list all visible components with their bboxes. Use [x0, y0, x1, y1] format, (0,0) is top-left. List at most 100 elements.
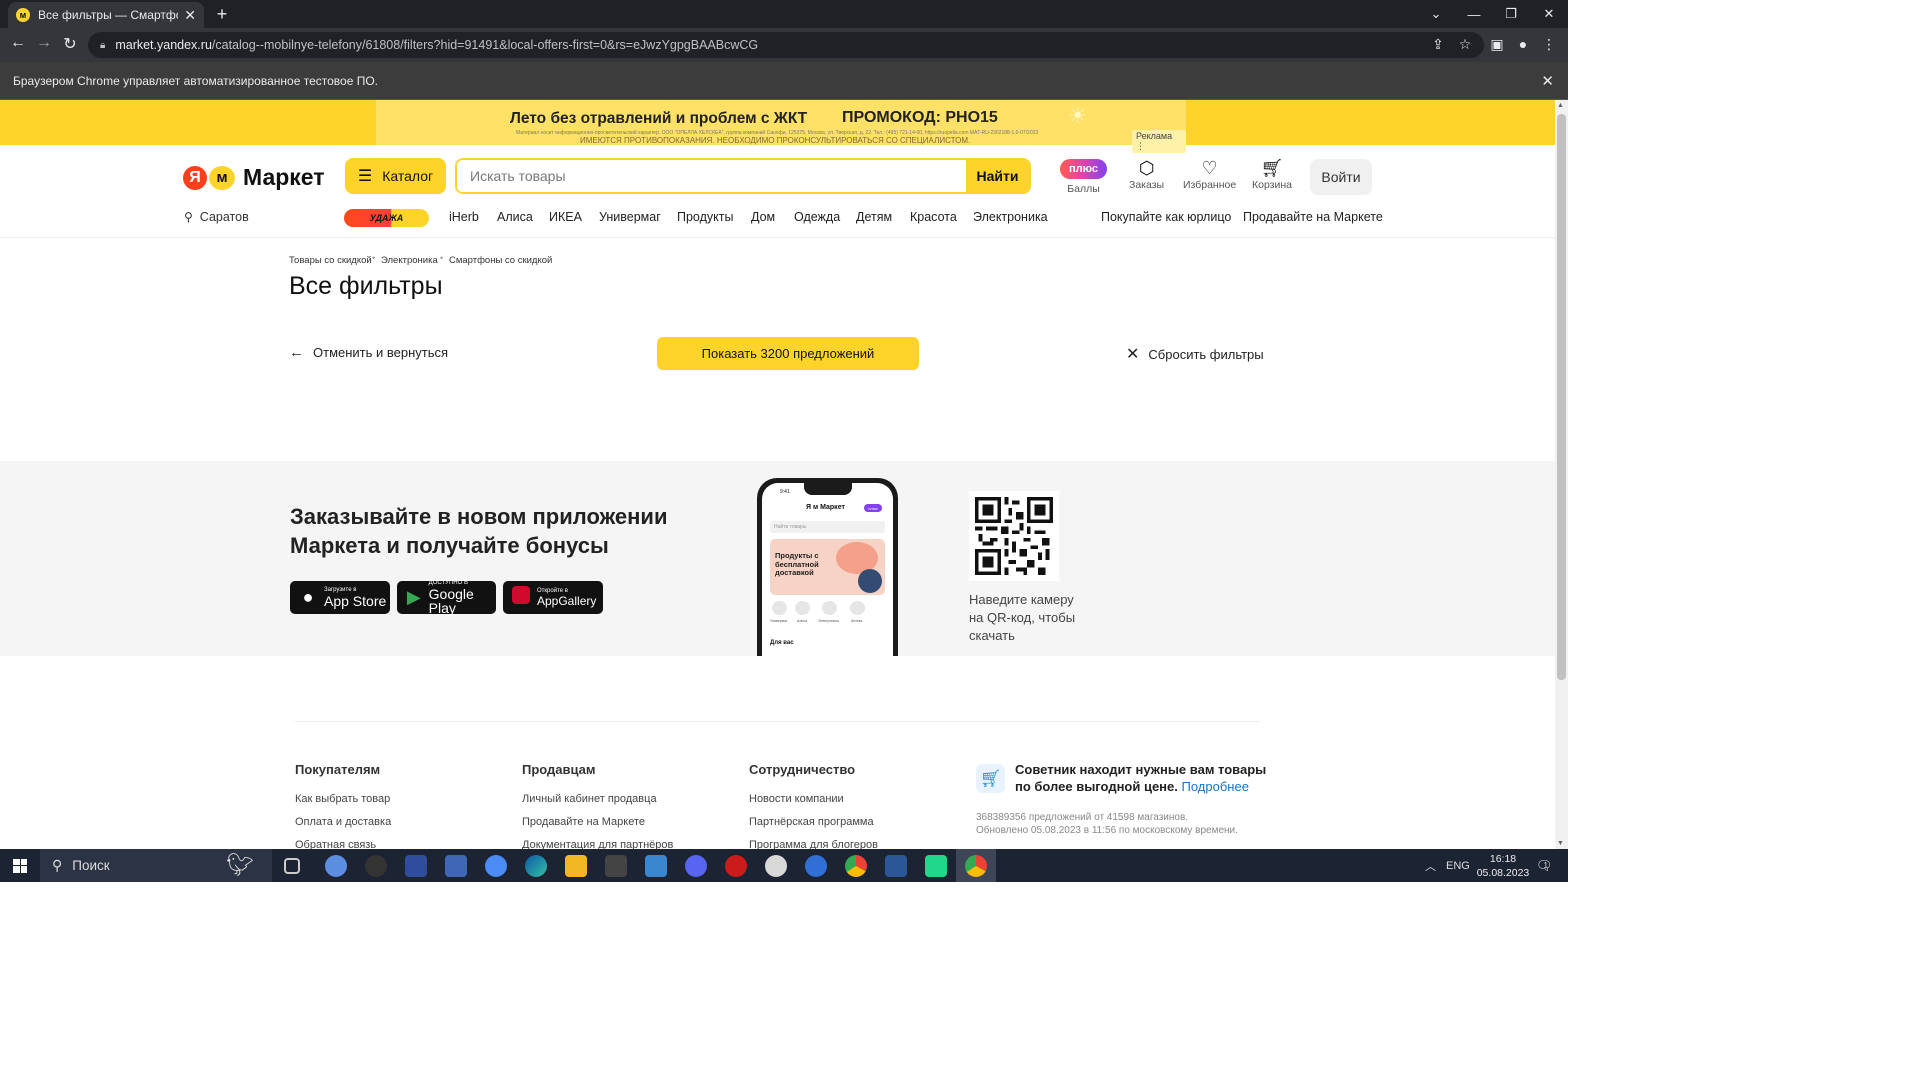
app-gallery-button[interactable]: Откройте в AppGallery: [503, 581, 603, 614]
market-logo[interactable]: Я м Маркет: [183, 164, 325, 191]
app-store-button[interactable]: ● Загрузите в App Store: [290, 581, 390, 614]
taskbar-clock[interactable]: 16:18 05.08.2023: [1475, 852, 1531, 880]
tray-chevron-icon[interactable]: ︿: [1425, 849, 1436, 882]
address-bar[interactable]: 🔒︎ market.yandex.ru /catalog--mobilnye-t…: [88, 32, 1484, 58]
notifications-icon[interactable]: 🗨︎ 1: [1536, 849, 1553, 882]
store-icon[interactable]: [605, 855, 627, 877]
cancel-label: Отменить и вернуться: [313, 345, 449, 360]
bookmark-star-icon[interactable]: ☆: [1455, 36, 1475, 53]
reload-icon[interactable]: ↻: [59, 34, 81, 54]
search-button[interactable]: Найти: [966, 160, 1029, 192]
footer-link[interactable]: Новости компании: [749, 793, 844, 805]
taskbar-search-label: Поиск: [72, 858, 110, 873]
orders-label: Заказы: [1129, 179, 1165, 191]
taskbar-search[interactable]: ⚲ Поиск 🐦︎: [40, 849, 272, 882]
advisor-more-link[interactable]: Подробнее: [1182, 779, 1249, 794]
login-button[interactable]: Войти: [1310, 159, 1372, 195]
nav-business-buy[interactable]: Покупайте как юрлицо: [1101, 210, 1231, 224]
word-icon[interactable]: [885, 855, 907, 877]
footer-link[interactable]: Как выбрать товар: [295, 793, 390, 805]
footer-link[interactable]: Продавайте на Маркете: [522, 816, 645, 828]
close-tab-icon[interactable]: ✕: [184, 7, 196, 24]
tab-search-chevron-icon[interactable]: ⌄: [1417, 0, 1455, 28]
footer-link[interactable]: Партнёрская программа: [749, 816, 874, 828]
breadcrumb-electronics[interactable]: Электроника: [381, 255, 438, 266]
edge-icon[interactable]: [525, 855, 547, 877]
nav-alisa[interactable]: Алиса: [497, 210, 533, 224]
scroll-down-icon[interactable]: ▼: [1557, 840, 1564, 847]
url-host: market.yandex.ru: [115, 38, 212, 52]
plus-points-link[interactable]: плюс Баллы: [1060, 157, 1107, 195]
catalog-button[interactable]: ☰ Каталог: [345, 158, 446, 194]
nav-clothes[interactable]: Одежда: [794, 210, 840, 224]
new-tab-icon[interactable]: +: [212, 4, 232, 25]
cart-link[interactable]: 🛒︎ Корзина: [1252, 157, 1292, 191]
orders-link[interactable]: ⬡ Заказы: [1129, 157, 1164, 191]
page-title: Все фильтры: [289, 272, 443, 300]
opera-icon[interactable]: [725, 855, 747, 877]
nav-electronics[interactable]: Электроника: [973, 210, 1048, 224]
nav-beauty[interactable]: Красота: [910, 210, 957, 224]
restore-icon[interactable]: ❐: [1492, 0, 1530, 28]
minimize-icon[interactable]: —: [1455, 0, 1493, 28]
profile-icon[interactable]: ●: [1513, 36, 1533, 52]
obs-icon[interactable]: [365, 855, 387, 877]
nav-univermag[interactable]: Универмаг: [599, 210, 661, 224]
nav-sell-on-market[interactable]: Продавайте на Маркете: [1243, 210, 1383, 224]
nav-iherb[interactable]: iHerb: [449, 210, 479, 224]
chrome-icon[interactable]: [845, 855, 867, 877]
box-icon: ⬡: [1138, 158, 1155, 178]
city-selector[interactable]: ⚲ Саратов: [184, 210, 249, 224]
share-icon[interactable]: ⇪: [1428, 36, 1448, 53]
footer-link[interactable]: Программа для блогеров: [749, 839, 878, 849]
footer-link[interactable]: Документация для партнёров: [522, 839, 673, 849]
app-icon[interactable]: [805, 855, 827, 877]
side-panel-icon[interactable]: ▣: [1487, 36, 1507, 53]
scrollbar-thumb[interactable]: [1557, 114, 1566, 680]
task-view-icon[interactable]: [284, 858, 300, 874]
nav-home[interactable]: Дом: [751, 210, 775, 224]
taskbar-active-app[interactable]: [956, 849, 996, 882]
app-icon[interactable]: [485, 855, 507, 877]
lock-icon[interactable]: 🔒︎: [100, 40, 105, 51]
pycharm-icon[interactable]: [925, 855, 947, 877]
advisor-stats: 368389356 предложений от 41598 магазинов…: [976, 811, 1266, 837]
nav-ikea[interactable]: ИКЕА: [549, 210, 582, 224]
nav-kids[interactable]: Детям: [856, 210, 892, 224]
page-scrollbar[interactable]: ▲ ▼: [1555, 100, 1568, 849]
forward-icon[interactable]: →: [33, 34, 55, 52]
language-indicator[interactable]: ENG: [1446, 849, 1470, 882]
back-icon[interactable]: ←: [7, 34, 29, 52]
discord-icon[interactable]: [685, 855, 707, 877]
promo-badge[interactable]: УДАЖА: [344, 209, 429, 227]
powershell-icon[interactable]: [405, 855, 427, 877]
ad-banner[interactable]: Лето без отравлений и проблем с ЖКТ ПРОМ…: [0, 100, 1555, 153]
app-icon[interactable]: [645, 855, 667, 877]
breadcrumb-discounts[interactable]: Товары со скидкой: [289, 255, 372, 266]
close-window-icon[interactable]: ✕: [1530, 0, 1568, 28]
breadcrumb-smartphones[interactable]: Смартфоны со скидкой: [449, 255, 552, 266]
google-play-button[interactable]: ▶ ДОСТУПНО В Google Play: [397, 580, 496, 615]
qbittorrent-icon[interactable]: [325, 855, 347, 877]
footer-link[interactable]: Обратная связь: [295, 839, 376, 849]
footer-link[interactable]: Личный кабинет продавца: [522, 793, 657, 805]
scroll-up-icon[interactable]: ▲: [1557, 102, 1564, 109]
menu-kebab-icon[interactable]: ⋮: [1539, 36, 1559, 53]
search-input[interactable]: [457, 160, 966, 192]
logo-ya: Я: [183, 165, 207, 190]
file-explorer-icon[interactable]: [565, 855, 587, 877]
huawei-icon: [511, 586, 531, 609]
location-pin-icon: ⚲: [184, 210, 193, 224]
footer-link[interactable]: Оплата и доставка: [295, 816, 391, 828]
show-offers-button[interactable]: Показать 3200 предложений: [657, 337, 919, 370]
ad-creative[interactable]: Лето без отравлений и проблем с ЖКТ ПРОМ…: [376, 100, 1186, 153]
favorites-link[interactable]: ♡ Избранное: [1183, 157, 1236, 191]
cancel-button[interactable]: ← Отменить и вернуться: [289, 344, 448, 361]
app-icon[interactable]: [445, 855, 467, 877]
reset-filters-button[interactable]: ✕ Сбросить фильтры: [1126, 344, 1264, 364]
start-button[interactable]: [0, 849, 40, 882]
nav-products[interactable]: Продукты: [677, 210, 733, 224]
infobar-close-icon[interactable]: ✕: [1541, 72, 1554, 90]
app-icon[interactable]: [765, 855, 787, 877]
browser-tab[interactable]: м Все фильтры — Смартфоны со с ✕: [8, 2, 204, 28]
